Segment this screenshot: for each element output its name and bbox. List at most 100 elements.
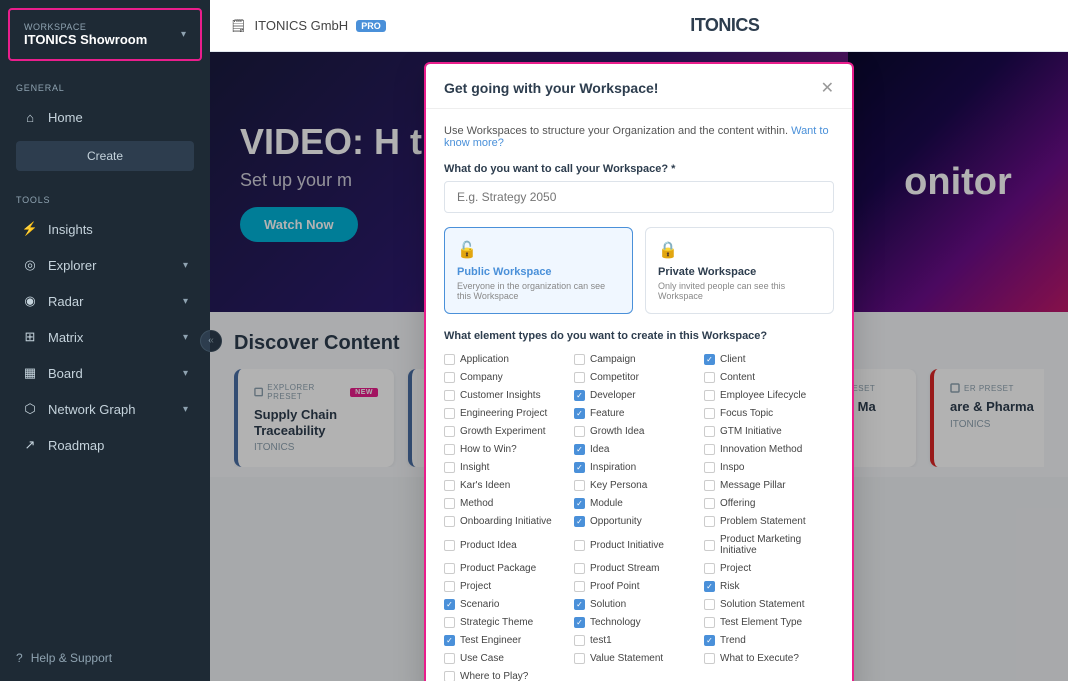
element-checkbox[interactable] [444,671,455,681]
element-checkbox[interactable] [444,426,455,437]
element-item[interactable]: ✓Opportunity [574,514,704,529]
element-checkbox[interactable] [444,444,455,455]
element-item[interactable]: Product Initiative [574,532,704,558]
element-item[interactable]: ✓Idea [574,442,704,457]
element-checkbox[interactable] [704,444,715,455]
element-item[interactable]: Employee Lifecycle [704,388,834,403]
element-item[interactable]: Onboarding Initiative [444,514,574,529]
element-checkbox[interactable] [444,390,455,401]
element-item[interactable]: Project [704,561,834,576]
public-workspace-option[interactable]: 🔓 Public Workspace Everyone in the organ… [444,227,633,314]
element-item[interactable]: Focus Topic [704,406,834,421]
element-item[interactable]: Method [444,496,574,511]
element-item[interactable]: Test Element Type [704,615,834,630]
sidebar-item-roadmap[interactable]: ↗ Roadmap [6,428,204,462]
sidebar-item-explorer[interactable]: ◎ Explorer ▾ [6,248,204,282]
element-checkbox[interactable] [574,563,585,574]
element-checkbox[interactable]: ✓ [574,599,585,610]
element-item[interactable]: Product Marketing Initiative [704,532,834,558]
element-checkbox[interactable]: ✓ [704,354,715,365]
element-checkbox[interactable] [704,426,715,437]
element-checkbox[interactable] [574,581,585,592]
element-item[interactable]: Product Package [444,561,574,576]
element-checkbox[interactable] [444,354,455,365]
private-workspace-option[interactable]: 🔒 Private Workspace Only invited people … [645,227,834,314]
element-checkbox[interactable] [574,480,585,491]
element-item[interactable]: ✓Scenario [444,597,574,612]
element-checkbox[interactable]: ✓ [444,635,455,646]
element-checkbox[interactable] [704,599,715,610]
element-item[interactable]: Where to Play? [444,669,574,681]
element-item[interactable]: GTM Initiative [704,424,834,439]
element-checkbox[interactable] [574,653,585,664]
sidebar-item-home[interactable]: ⌂ Home [6,100,204,134]
element-checkbox[interactable]: ✓ [574,462,585,473]
element-checkbox[interactable] [574,426,585,437]
element-checkbox[interactable] [704,372,715,383]
element-item[interactable]: Product Stream [574,561,704,576]
element-checkbox[interactable]: ✓ [574,617,585,628]
element-item[interactable]: Growth Idea [574,424,704,439]
element-item[interactable]: ✓Technology [574,615,704,630]
element-checkbox[interactable]: ✓ [574,444,585,455]
create-button[interactable]: Create [16,141,194,171]
sidebar-item-insights[interactable]: ⚡ Insights [6,212,204,246]
element-item[interactable]: Competitor [574,370,704,385]
element-checkbox[interactable] [574,372,585,383]
element-item[interactable]: Application [444,352,574,367]
element-checkbox[interactable] [704,617,715,628]
element-checkbox[interactable]: ✓ [704,581,715,592]
element-item[interactable]: How to Win? [444,442,574,457]
element-item[interactable]: ✓Feature [574,406,704,421]
element-item[interactable]: Innovation Method [704,442,834,457]
element-checkbox[interactable] [574,540,585,551]
element-checkbox[interactable] [444,408,455,419]
sidebar-item-network-graph[interactable]: ⬡ Network Graph ▾ [6,392,204,426]
element-item[interactable]: Product Idea [444,532,574,558]
element-item[interactable]: Problem Statement [704,514,834,529]
element-checkbox[interactable] [704,480,715,491]
element-item[interactable]: Message Pillar [704,478,834,493]
sidebar-item-matrix[interactable]: ⊞ Matrix ▾ [6,320,204,354]
element-item[interactable]: Value Statement [574,651,704,666]
element-item[interactable]: test1 [574,633,704,648]
element-checkbox[interactable] [574,635,585,646]
element-checkbox[interactable] [444,516,455,527]
element-item[interactable]: Growth Experiment [444,424,574,439]
element-checkbox[interactable] [444,480,455,491]
element-item[interactable]: ✓Test Engineer [444,633,574,648]
element-checkbox[interactable]: ✓ [574,498,585,509]
element-item[interactable]: ✓Client [704,352,834,367]
element-checkbox[interactable]: ✓ [704,635,715,646]
sidebar-item-board[interactable]: ▦ Board ▾ [6,356,204,390]
element-item[interactable]: Content [704,370,834,385]
element-item[interactable]: ✓Developer [574,388,704,403]
element-checkbox[interactable] [704,516,715,527]
element-checkbox[interactable] [574,354,585,365]
element-item[interactable]: What to Execute? [704,651,834,666]
element-checkbox[interactable] [704,408,715,419]
element-item[interactable]: ✓Solution [574,597,704,612]
element-checkbox[interactable] [704,390,715,401]
element-checkbox[interactable]: ✓ [574,516,585,527]
element-checkbox[interactable] [704,653,715,664]
element-checkbox[interactable]: ✓ [444,599,455,610]
element-checkbox[interactable] [444,372,455,383]
element-item[interactable]: Inspo [704,460,834,475]
element-checkbox[interactable] [444,462,455,473]
element-item[interactable]: ✓Inspiration [574,460,704,475]
workspace-switcher[interactable]: WORKSPACE ITONICS Showroom ▾ [8,8,202,61]
element-item[interactable]: Engineering Project [444,406,574,421]
element-checkbox[interactable] [704,563,715,574]
element-checkbox[interactable] [704,462,715,473]
workspace-name-input[interactable] [444,181,834,213]
element-item[interactable]: ✓Module [574,496,704,511]
element-item[interactable]: Insight [444,460,574,475]
element-checkbox[interactable]: ✓ [574,408,585,419]
element-checkbox[interactable] [444,581,455,592]
element-item[interactable]: Customer Insights [444,388,574,403]
element-checkbox[interactable] [444,653,455,664]
element-checkbox[interactable] [444,617,455,628]
element-checkbox[interactable] [444,498,455,509]
element-item[interactable]: Strategic Theme [444,615,574,630]
